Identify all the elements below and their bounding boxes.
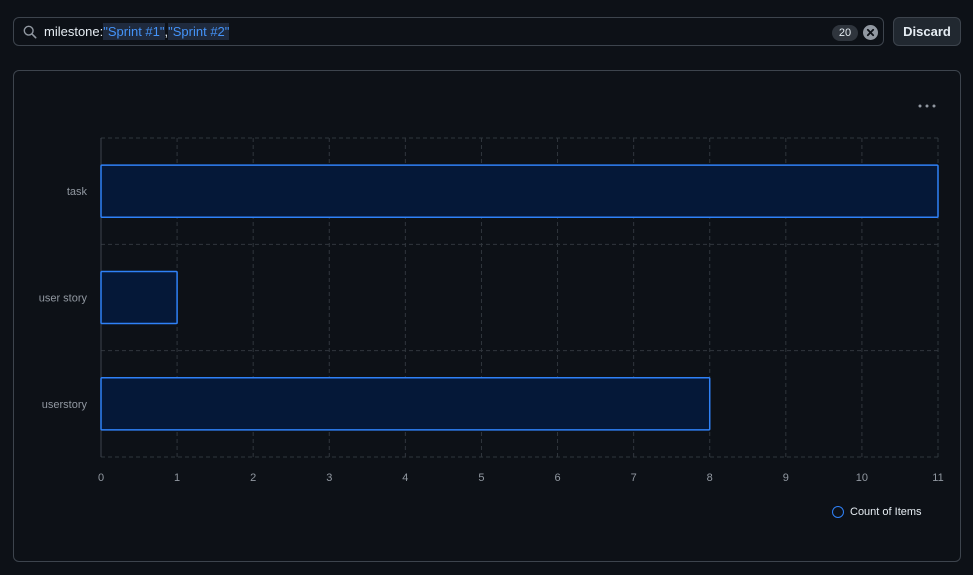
legend-swatch <box>832 506 844 518</box>
filter-query[interactable]: milestone:"Sprint #1","Sprint #2" <box>44 23 230 40</box>
x-circle-fill-icon <box>866 28 875 37</box>
filter-key: milestone: <box>44 24 104 39</box>
x-tick-label: 3 <box>326 472 332 484</box>
chart-panel: 0 1 2 3 4 5 6 7 8 9 10 11 task user story userstory Co… <box>13 70 961 562</box>
bar-chart: 0 1 2 3 4 5 6 7 8 9 10 11 task user story userstory <box>39 137 944 484</box>
x-tick-label: 4 <box>402 472 408 484</box>
x-tick-label: 8 <box>707 472 713 484</box>
x-tick-label: 10 <box>856 472 868 484</box>
chart-legend: Count of Items <box>832 504 922 520</box>
category-label: user story <box>39 293 88 305</box>
x-tick-label: 5 <box>478 472 484 484</box>
x-tick-label: 0 <box>98 472 104 484</box>
category-label: userstory <box>42 399 88 411</box>
category-label: task <box>67 186 88 198</box>
x-tick-label: 11 <box>932 472 943 484</box>
filter-value: "Sprint #1" <box>103 23 165 40</box>
x-tick-label: 1 <box>174 472 180 484</box>
bar <box>100 270 178 325</box>
discard-button[interactable]: Discard <box>893 17 961 46</box>
search-icon <box>23 25 37 39</box>
result-count-badge: 20 <box>832 25 858 41</box>
bar <box>100 377 711 431</box>
bar <box>100 164 939 218</box>
x-tick-label: 6 <box>554 472 560 484</box>
clear-filter-button[interactable] <box>863 25 878 40</box>
legend-label: Count of Items <box>850 506 922 518</box>
x-tick-label: 9 <box>783 472 789 484</box>
x-tick-label: 7 <box>631 472 637 484</box>
x-tick-label: 2 <box>250 472 256 484</box>
filter-bar[interactable]: milestone:"Sprint #1","Sprint #2" 20 <box>13 17 884 46</box>
filter-value: "Sprint #2" <box>168 23 230 40</box>
